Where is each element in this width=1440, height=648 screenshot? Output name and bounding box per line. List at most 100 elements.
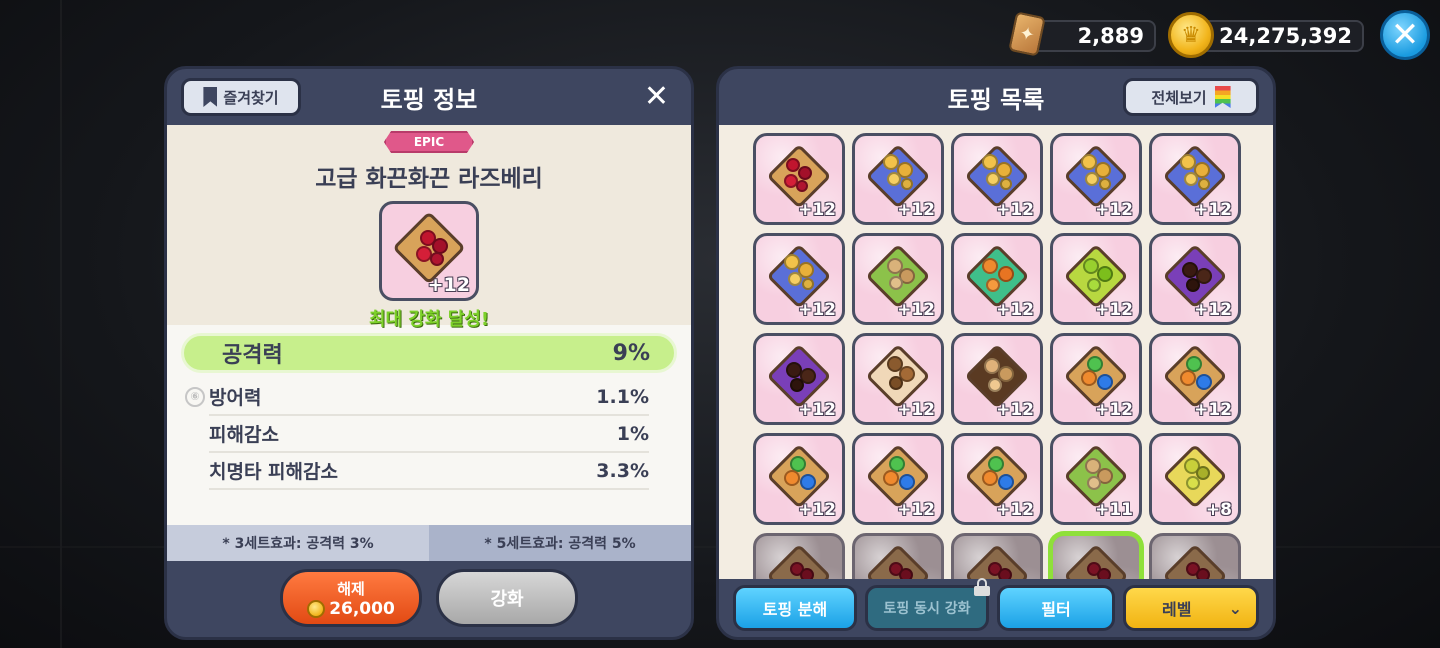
topping-slot[interactable]: +12: [1050, 133, 1142, 225]
enhance-label: 강화: [490, 589, 524, 610]
decompose-label: 토핑 분해: [762, 600, 828, 619]
coin-icon: ♛: [1168, 12, 1214, 58]
sort-label: 레벨: [1162, 600, 1192, 619]
sub-stat-value: 3.3%: [596, 459, 649, 482]
topping-level: +12: [798, 500, 836, 520]
stat-lock-icon[interactable]: ⑥: [185, 386, 205, 407]
filter-button[interactable]: 필터: [997, 585, 1115, 631]
topping-level: +8: [1205, 500, 1232, 520]
view-all-button[interactable]: 전체보기: [1123, 78, 1259, 116]
topping-level: +12: [996, 300, 1034, 320]
rainbow-bookmark-icon: [1214, 86, 1231, 108]
topping-slot[interactable]: +12: [951, 333, 1043, 425]
filter-label: 필터: [1041, 600, 1071, 619]
topping-slot[interactable]: +8: [1149, 433, 1241, 525]
sub-stat-row: 치명타 피해감소 3.3%: [209, 453, 649, 490]
decompose-button[interactable]: 토핑 분해: [733, 585, 857, 631]
topping-slot[interactable]: +12: [1149, 233, 1241, 325]
set-effect-5: * 5세트효과: 공격력 5%: [429, 525, 691, 561]
topping-preview: +12: [379, 201, 479, 301]
topping-slot[interactable]: +12: [852, 233, 944, 325]
topping-level: +12: [897, 300, 935, 320]
sub-stat-value: 1.1%: [596, 385, 649, 408]
simultaneous-label: 토핑 동시 강화: [883, 601, 971, 617]
topping-level: +12: [798, 400, 836, 420]
topping-level: +11: [1095, 500, 1133, 520]
topping-slot[interactable]: +12: [753, 433, 845, 525]
set-effects-bar: * 3세트효과: 공격력 3% * 5세트효과: 공격력 5%: [167, 525, 691, 561]
topping-grid: +12 +12 +12 +12 +12 +12 +12 +12 +12 +12 +12 +12 +12 +…: [753, 133, 1273, 579]
main-stat-label: 공격력: [222, 343, 283, 368]
topping-slot[interactable]: +12: [753, 133, 845, 225]
coin-icon: [307, 599, 326, 618]
coin-count: 24,275,392: [1219, 24, 1352, 48]
sub-stat-row: ⑥ 방어력 1.1%: [185, 379, 649, 416]
main-stat-row: 공격력 9%: [181, 333, 677, 373]
topping-slot[interactable]: [1149, 533, 1241, 579]
topping-level: +12: [897, 400, 935, 420]
close-panel-button[interactable]: ✕: [644, 79, 669, 114]
topping-slot[interactable]: +12: [852, 433, 944, 525]
sort-level-dropdown[interactable]: 레벨 ⌄: [1123, 585, 1259, 631]
topping-slot[interactable]: +12: [753, 233, 845, 325]
close-screen-button[interactable]: ✕: [1380, 10, 1430, 60]
release-price: 26,000: [307, 599, 395, 619]
topping-grid-area: +12 +12 +12 +12 +12 +12 +12 +12 +12 +12 +12 +12 +12 +…: [719, 125, 1273, 579]
set-effect-3: * 3세트효과: 공격력 3%: [167, 525, 429, 561]
topping-level: +12: [427, 274, 470, 296]
enhance-button[interactable]: 강화: [436, 569, 578, 627]
bottom-toolbar: 토핑 분해 토핑 동시 강화 필터 레벨 ⌄: [719, 578, 1273, 637]
stats-list: 공격력 9% ⑥ 방어력 1.1% 피해감소 1% 치명타 피해감소 3.3%: [167, 325, 691, 525]
favorite-button[interactable]: 즐겨찾기: [181, 78, 301, 116]
simultaneous-enhance-button[interactable]: 토핑 동시 강화: [865, 578, 990, 631]
sub-stat-label: 방어력: [209, 387, 262, 409]
topping-slot[interactable]: +11: [1050, 433, 1142, 525]
topping-list-header: 토핑 목록 전체보기: [719, 69, 1273, 125]
bookmark-icon: [203, 87, 218, 107]
crystal-count: 2,889: [1077, 24, 1144, 48]
topping-level: +12: [897, 500, 935, 520]
topping-name: 고급 화끈화끈 라즈베리: [315, 166, 543, 192]
topping-slot[interactable]: [1050, 533, 1142, 579]
topping-slot[interactable]: +12: [951, 433, 1043, 525]
topping-slot[interactable]: +12: [1149, 333, 1241, 425]
topping-slot[interactable]: +12: [852, 333, 944, 425]
topping-level: +12: [1095, 200, 1133, 220]
topping-slot[interactable]: +12: [852, 133, 944, 225]
topping-info-panel: 즐겨찾기 토핑 정보 ✕ EPIC 고급 화끈화끈 라즈베리 +12 최대 강화…: [164, 66, 694, 640]
topping-info-header: 즐겨찾기 토핑 정보 ✕: [167, 69, 691, 125]
sub-stat-label: 치명타 피해감소: [209, 461, 338, 483]
topping-slot[interactable]: +12: [951, 233, 1043, 325]
main-stat-value: 9%: [612, 340, 650, 366]
action-buttons: 해제 26,000 강화: [167, 569, 691, 627]
topping-level: +12: [798, 300, 836, 320]
topping-slot[interactable]: +12: [1050, 233, 1142, 325]
topping-slot[interactable]: [951, 533, 1043, 579]
chevron-down-icon: ⌄: [1228, 598, 1242, 618]
topping-level: +12: [996, 200, 1034, 220]
topping-slot[interactable]: +12: [753, 333, 845, 425]
topping-slot[interactable]: [852, 533, 944, 579]
topping-level: +12: [1095, 300, 1133, 320]
topping-level: +12: [1095, 400, 1133, 420]
topping-slot[interactable]: +12: [951, 133, 1043, 225]
release-cost: 26,000: [329, 598, 395, 619]
release-label: 해제: [337, 579, 365, 598]
view-all-label: 전체보기: [1151, 88, 1207, 107]
topping-list-panel: 토핑 목록 전체보기 +12 +12 +12 +12 +12 +12 +12 +12 +12 +1…: [716, 66, 1276, 640]
coin-counter: 24,275,392: [1190, 20, 1364, 52]
sub-stat-label: 피해감소: [209, 424, 279, 446]
topping-level: +12: [1194, 400, 1232, 420]
topping-slot[interactable]: [753, 533, 845, 579]
lock-icon: [974, 578, 990, 596]
topping-level: +12: [1194, 300, 1232, 320]
topping-slot[interactable]: +12: [1050, 333, 1142, 425]
topping-level: +12: [996, 400, 1034, 420]
topping-level: +12: [798, 200, 836, 220]
sub-stat-row: 피해감소 1%: [209, 416, 649, 453]
sub-stat-value: 1%: [616, 422, 649, 445]
topping-slot[interactable]: +12: [1149, 133, 1241, 225]
favorite-label: 즐겨찾기: [223, 88, 279, 107]
topping-summary: EPIC 고급 화끈화끈 라즈베리 +12 최대 강화 달성!: [167, 125, 691, 330]
release-button[interactable]: 해제 26,000: [280, 569, 422, 627]
